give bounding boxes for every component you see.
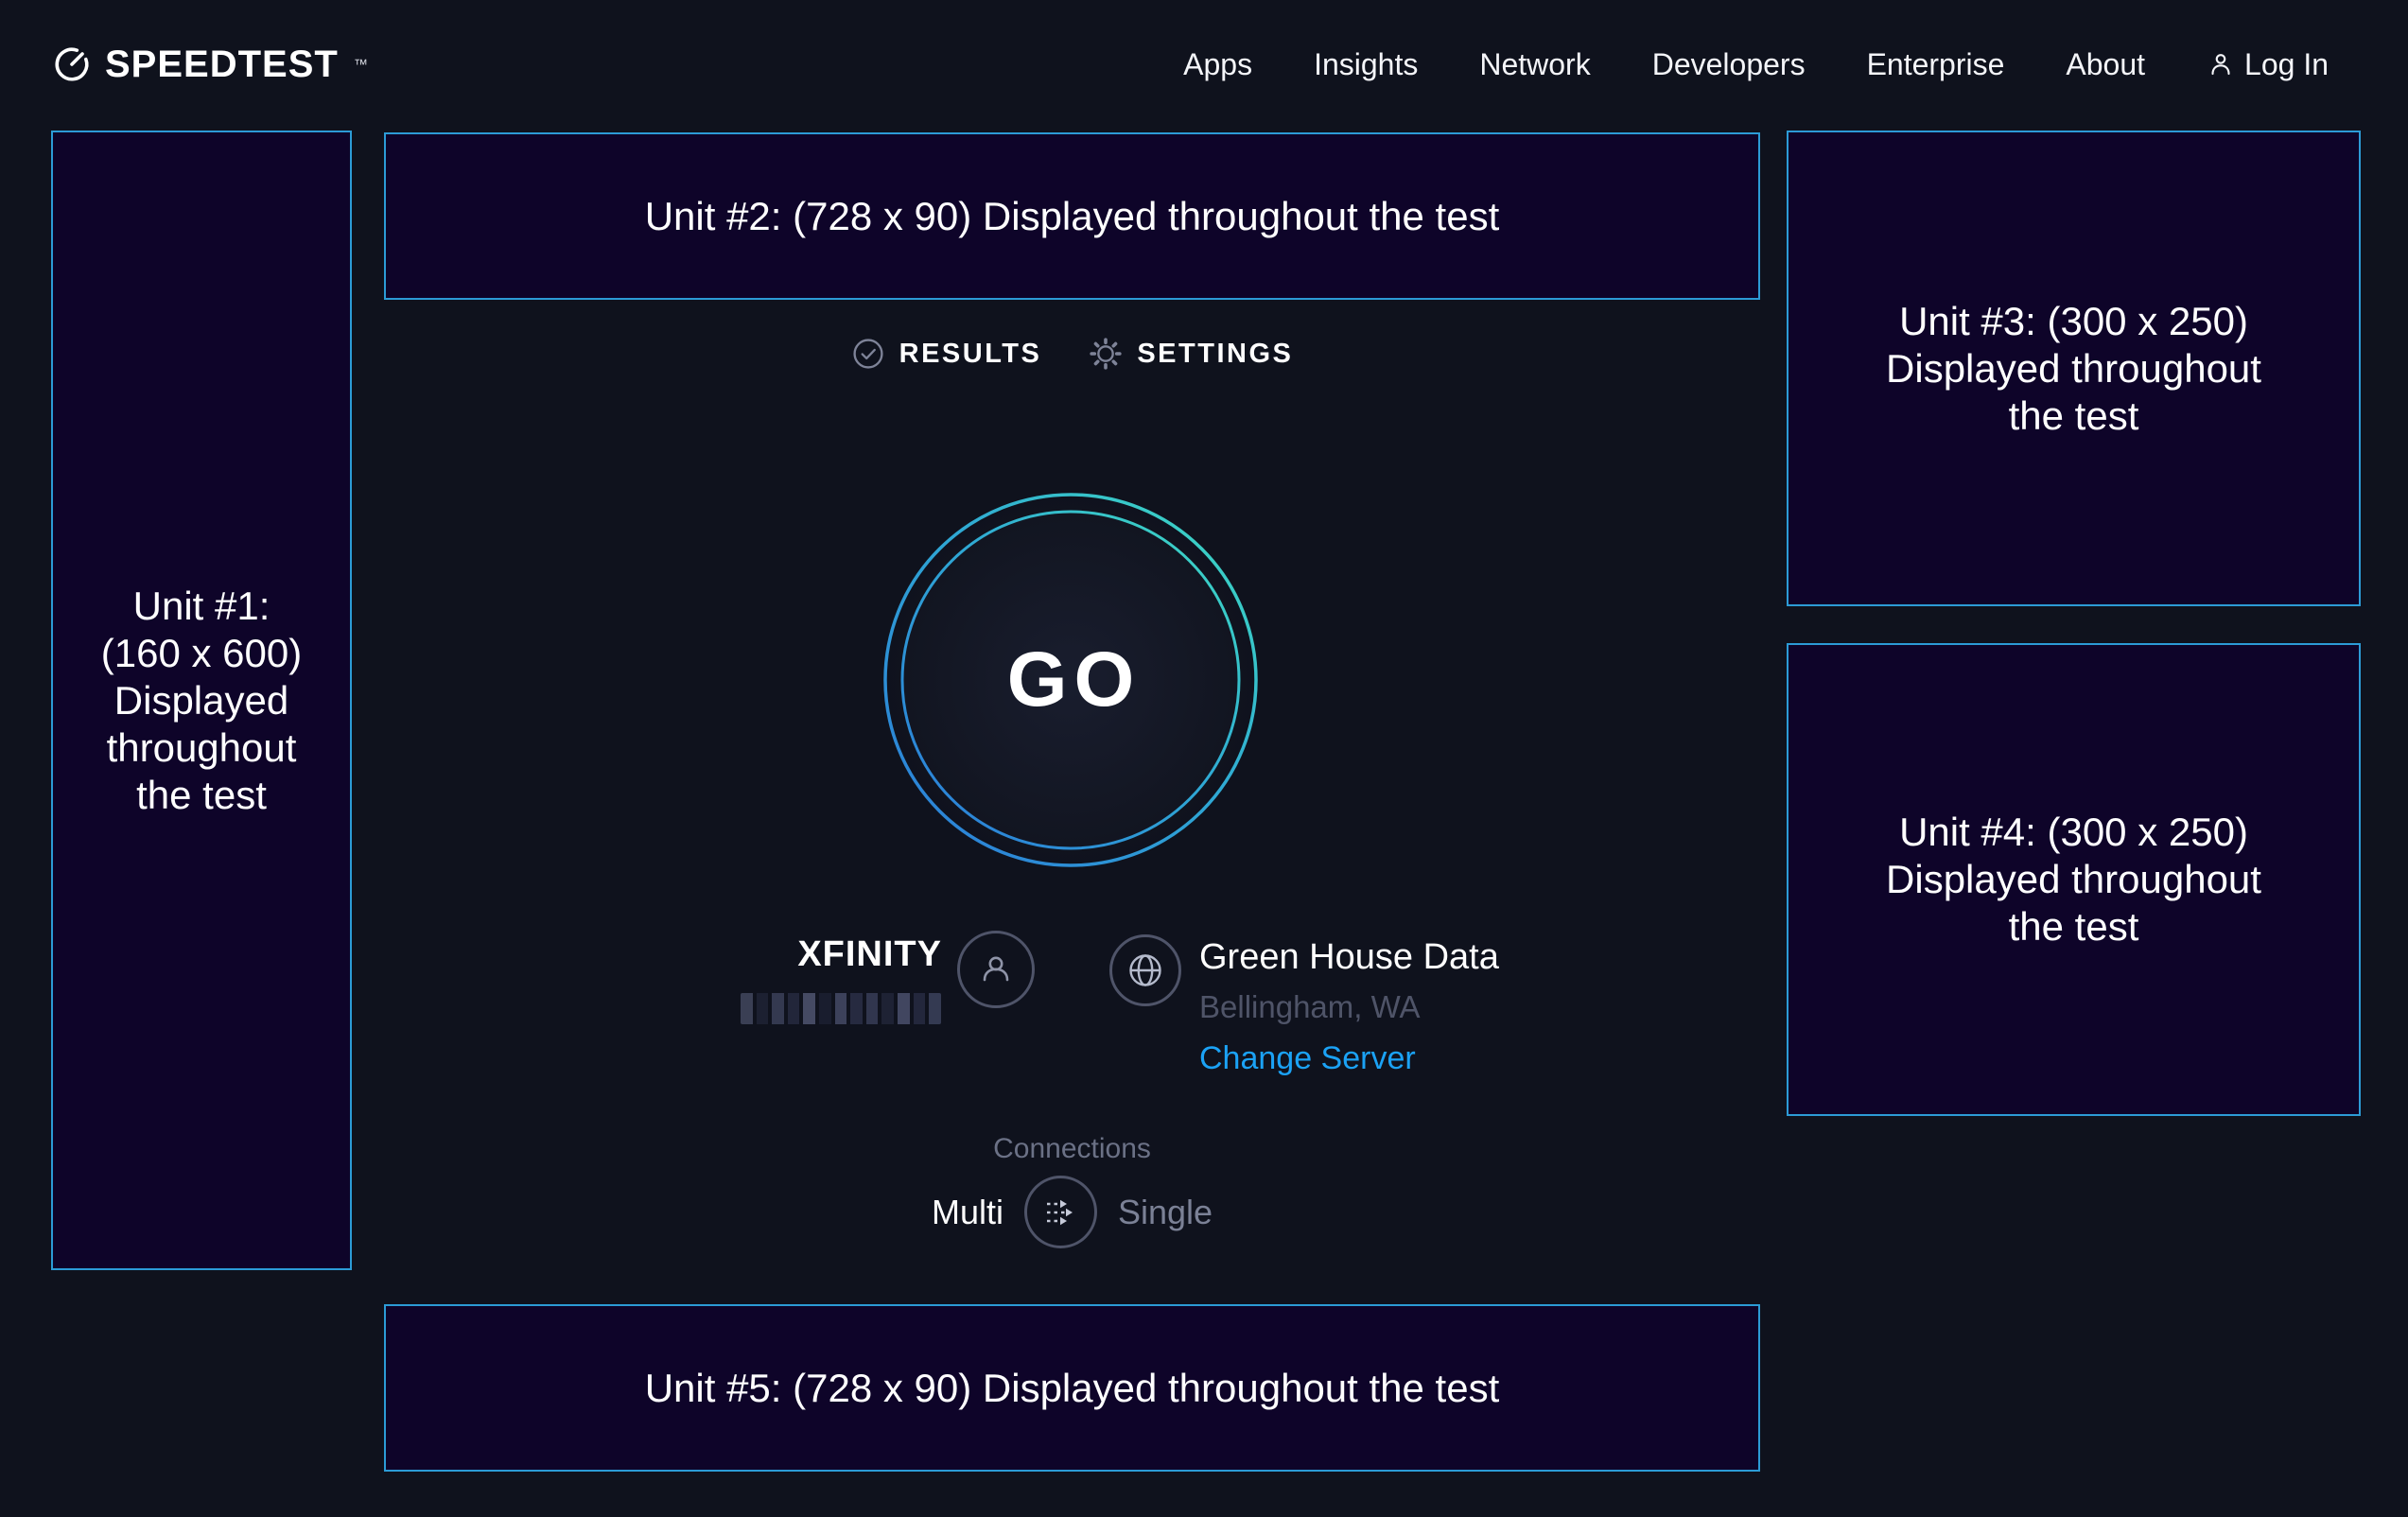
check-circle-icon — [851, 337, 885, 371]
ad-unit-3-text: Unit #3: (300 x 250) Displayed throughou… — [1886, 298, 2261, 440]
server-name: Green House Data — [1199, 936, 1499, 978]
speedtest-page: SPEEDTEST ™ Apps Insights Network Develo… — [0, 0, 2408, 1517]
change-server-link[interactable]: Change Server — [1199, 1039, 1499, 1077]
ad-unit-2-leaderboard[interactable]: Unit #2: (728 x 90) Displayed throughout… — [384, 132, 1760, 300]
tab-settings[interactable]: SETTINGS — [1089, 337, 1293, 371]
nav-links: Apps Insights Network Developers Enterpr… — [1183, 47, 2329, 82]
nav-item-apps[interactable]: Apps — [1183, 47, 1252, 82]
tab-bar: RESULTS SETTING — [384, 337, 1760, 371]
ad-unit-5-leaderboard[interactable]: Unit #5: (728 x 90) Displayed throughout… — [384, 1304, 1760, 1472]
connections-toggle[interactable] — [1024, 1176, 1097, 1248]
nav-item-about[interactable]: About — [2066, 47, 2145, 82]
login-button[interactable]: Log In — [2207, 47, 2329, 82]
ad-unit-4-text: Unit #4: (300 x 250) Displayed throughou… — [1886, 809, 2261, 950]
ad-unit-5-text: Unit #5: (728 x 90) Displayed throughout… — [645, 1365, 1500, 1412]
ad-unit-3-rectangle[interactable]: Unit #3: (300 x 250) Displayed throughou… — [1787, 131, 2361, 606]
connections-multi-option[interactable]: Multi — [932, 1193, 1003, 1232]
speedometer-logo-icon — [52, 44, 92, 84]
isp-name: XFINITY — [605, 934, 942, 975]
ad-unit-4-rectangle[interactable]: Unit #4: (300 x 250) Displayed throughou… — [1787, 643, 2361, 1116]
tab-results-label: RESULTS — [899, 339, 1042, 370]
connections-row: Multi Single — [384, 1176, 1760, 1248]
redacted-ip-address — [741, 993, 941, 1024]
nav-item-insights[interactable]: Insights — [1314, 47, 1418, 82]
nav-item-network[interactable]: Network — [1479, 47, 1590, 82]
person-icon — [975, 949, 1017, 990]
globe-icon — [1124, 949, 1167, 992]
server-globe-badge[interactable] — [1109, 934, 1181, 1006]
nav-item-developers[interactable]: Developers — [1652, 47, 1806, 82]
gear-icon — [1089, 337, 1123, 371]
connections-label: Connections — [384, 1133, 1760, 1165]
go-button[interactable]: GO — [881, 491, 1260, 869]
server-info: Green House Data Bellingham, WA Change S… — [1199, 936, 1499, 1077]
connections-single-option[interactable]: Single — [1118, 1193, 1213, 1232]
ad-unit-1-text: Unit #1: (160 x 600) Displayed throughou… — [101, 583, 302, 819]
go-button-label: GO — [881, 491, 1260, 869]
speedtest-logo[interactable]: SPEEDTEST ™ — [52, 44, 368, 86]
tab-results[interactable]: RESULTS — [851, 337, 1042, 371]
server-location: Bellingham, WA — [1199, 989, 1499, 1025]
user-icon — [2207, 50, 2235, 78]
logo-trademark: ™ — [354, 57, 368, 73]
top-navbar: SPEEDTEST ™ Apps Insights Network Develo… — [0, 0, 2408, 129]
ad-unit-2-text: Unit #2: (728 x 90) Displayed throughout… — [645, 193, 1500, 240]
login-label: Log In — [2244, 47, 2329, 82]
nav-item-enterprise[interactable]: Enterprise — [1867, 47, 2005, 82]
ad-unit-1-skyscraper[interactable]: Unit #1: (160 x 600) Displayed throughou… — [51, 131, 352, 1270]
multi-connection-icon — [1038, 1190, 1083, 1235]
tab-settings-label: SETTINGS — [1137, 339, 1293, 370]
isp-person-badge[interactable] — [957, 931, 1035, 1008]
logo-wordmark: SPEEDTEST — [105, 44, 339, 86]
